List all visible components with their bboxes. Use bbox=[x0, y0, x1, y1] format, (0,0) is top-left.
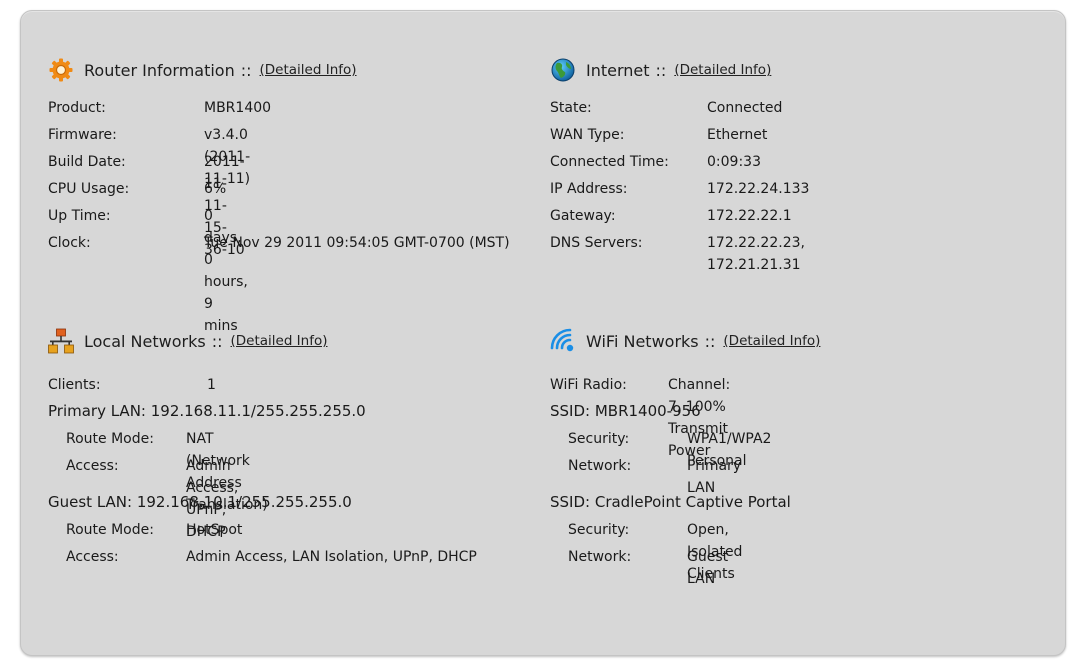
wifi-networks-section: WiFi Networks :: (Detailed Info) WiFi Ra… bbox=[550, 328, 1050, 618]
network-icon bbox=[48, 328, 74, 354]
title-separator: :: bbox=[240, 60, 252, 80]
gear-icon bbox=[48, 57, 74, 83]
wifi-icon bbox=[550, 328, 576, 354]
internet-detailed-info-link[interactable]: (Detailed Info) bbox=[674, 62, 771, 78]
status-panel: Router Information :: (Detailed Info) Pr… bbox=[20, 10, 1066, 656]
globe-icon bbox=[550, 57, 576, 83]
local-networks-header: Local Networks :: (Detailed Info) bbox=[48, 328, 328, 354]
local-detailed-info-link[interactable]: (Detailed Info) bbox=[230, 333, 327, 349]
title-separator: :: bbox=[211, 331, 223, 351]
primary-lan-header: Primary LAN: 192.168.11.1/255.255.255.0 bbox=[48, 402, 366, 420]
title-separator: :: bbox=[704, 331, 716, 351]
router-info-title: Router Information bbox=[84, 60, 235, 80]
ssid-2-header: SSID: CradlePoint Captive Portal bbox=[550, 493, 791, 511]
guest-lan-header: Guest LAN: 192.168.10.1/255.255.255.0 bbox=[48, 493, 352, 511]
wifi-networks-title: WiFi Networks bbox=[586, 331, 699, 351]
local-networks-title: Local Networks bbox=[84, 331, 206, 351]
router-info-section: Router Information :: (Detailed Info) Pr… bbox=[48, 57, 528, 334]
ssid-1-header: SSID: MBR1400-956 bbox=[550, 402, 701, 420]
wifi-detailed-info-link[interactable]: (Detailed Info) bbox=[723, 333, 820, 349]
wifi-networks-header: WiFi Networks :: (Detailed Info) bbox=[550, 328, 820, 354]
router-detailed-info-link[interactable]: (Detailed Info) bbox=[260, 62, 357, 78]
internet-header: Internet :: (Detailed Info) bbox=[550, 57, 771, 83]
router-info-header: Router Information :: (Detailed Info) bbox=[48, 57, 357, 83]
title-separator: :: bbox=[655, 60, 667, 80]
internet-title: Internet bbox=[586, 60, 650, 80]
local-networks-section: Local Networks :: (Detailed Info) Client… bbox=[48, 328, 528, 618]
internet-section: Internet :: (Detailed Info) State: Conne… bbox=[550, 57, 1040, 307]
